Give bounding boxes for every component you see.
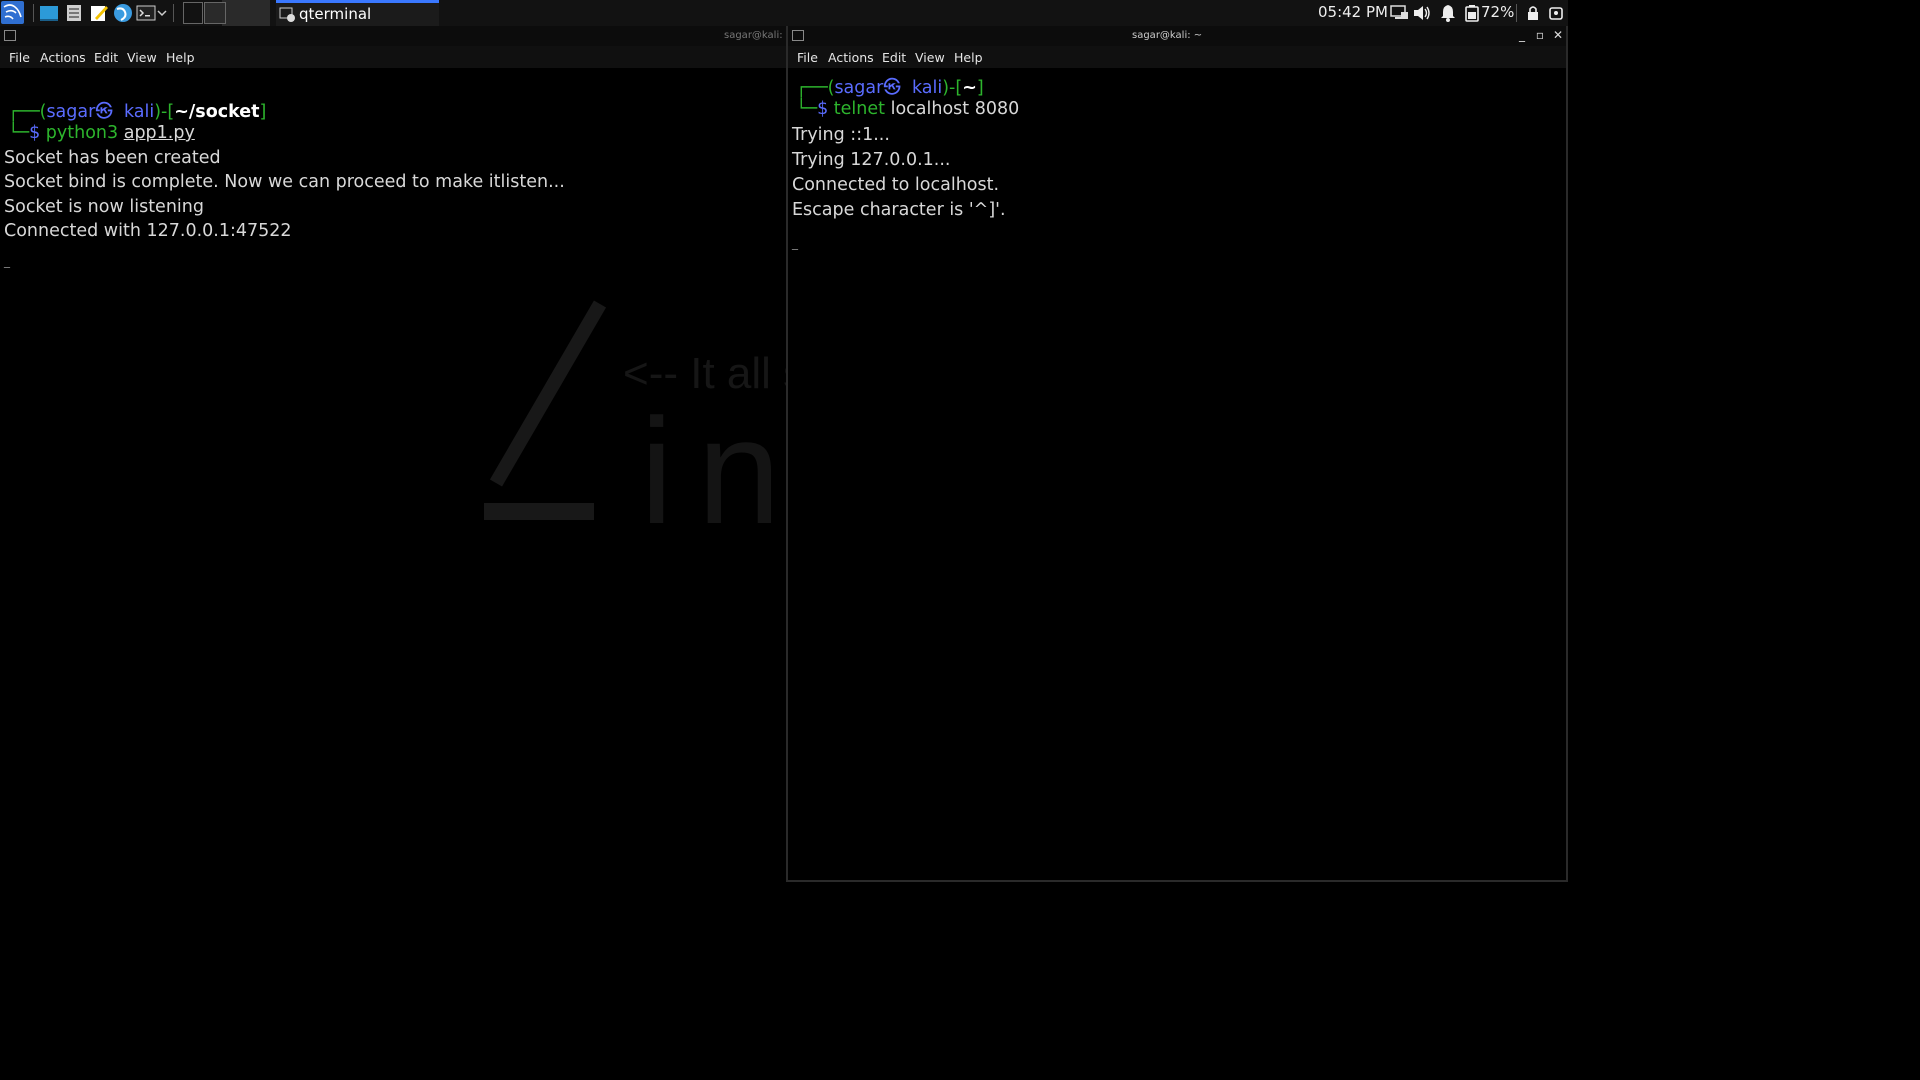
- maximize-icon[interactable]: ▫: [1533, 28, 1547, 42]
- chevron-down-icon[interactable]: [157, 3, 167, 23]
- prompt-line-1: ┌──(sagar㉿ kali)-[~/socket]: [8, 102, 267, 122]
- output-line: Connected to localhost.: [792, 175, 1000, 195]
- desktop-icon[interactable]: [39, 3, 59, 23]
- kali-menu-icon[interactable]: [1, 1, 24, 24]
- menu-actions[interactable]: Actions: [40, 50, 86, 65]
- panel-separator: [33, 4, 34, 22]
- output-line: Trying ::1...: [792, 125, 890, 145]
- lock-icon[interactable]: [1523, 3, 1543, 23]
- terminal-window-icon: [792, 30, 804, 41]
- web-browser-icon[interactable]: [113, 3, 133, 23]
- panel-separator: [1516, 4, 1517, 22]
- window-title: sagar@kali: ~: [1132, 30, 1203, 41]
- menu-edit[interactable]: Edit: [94, 50, 118, 65]
- prompt-line-2: └─$ telnet localhost 8080: [796, 99, 1020, 119]
- prompt-path: ~: [962, 78, 977, 98]
- panel-separator: [173, 4, 174, 22]
- top-panel: qterminal 05:42 PM 72%: [0, 0, 1568, 26]
- menu-file[interactable]: File: [797, 50, 818, 65]
- workspace-area: [222, 0, 270, 26]
- terminal-output[interactable]: ┌──(sagar㉿ kali)-[~] └─$ telnet localhos…: [788, 68, 1566, 880]
- menu-view[interactable]: View: [127, 50, 157, 65]
- prompt-host: kali: [123, 102, 155, 122]
- output-line: Trying 127.0.0.1...: [792, 150, 951, 170]
- text-cursor: _: [792, 236, 798, 250]
- network-icon[interactable]: [1389, 3, 1409, 23]
- taskbar-qterminal[interactable]: qterminal: [276, 0, 439, 26]
- terminal-task-icon: [279, 7, 295, 22]
- menu-edit[interactable]: Edit: [882, 50, 906, 65]
- prompt-user: sagar: [46, 102, 96, 122]
- minimize-icon[interactable]: _: [1515, 28, 1529, 42]
- prompt-line-1: ┌──(sagar㉿ kali)-[~]: [796, 78, 984, 98]
- text-cursor: _: [4, 254, 10, 268]
- output-line: Socket is now listening: [4, 197, 204, 217]
- terminal-launcher-icon[interactable]: [136, 3, 156, 23]
- output-line: Socket has been created: [4, 148, 221, 168]
- file-manager-icon[interactable]: [64, 3, 84, 23]
- volume-icon[interactable]: [1412, 3, 1432, 23]
- window-title: sagar@kali: ~: [724, 30, 786, 41]
- close-icon[interactable]: ✕: [1551, 28, 1565, 42]
- menu-help[interactable]: Help: [166, 50, 195, 65]
- prompt-host: kali: [911, 78, 943, 98]
- menu-bar: File Actions Edit View Help: [788, 46, 1566, 68]
- prompt-at-symbol: ㉿: [95, 102, 113, 122]
- battery-icon[interactable]: [1462, 3, 1482, 23]
- window-titlebar[interactable]: sagar@kali: ~: [0, 26, 786, 46]
- prompt-path: ~/socket: [174, 102, 260, 122]
- battery-percent: 72%: [1481, 3, 1515, 21]
- terminal-window-right[interactable]: sagar@kali: ~ _ ▫ ✕ File Actions Edit Vi…: [786, 26, 1568, 882]
- command-name: telnet: [833, 99, 885, 119]
- workspace-1[interactable]: [183, 2, 203, 24]
- output-line: Connected with 127.0.0.1:47522: [4, 221, 292, 241]
- terminal-output[interactable]: ┌──(sagar㉿ kali)-[~/socket] └─$ python3 …: [0, 68, 786, 882]
- command-name: python3: [45, 123, 119, 143]
- clock[interactable]: 05:42 PM: [1318, 3, 1388, 21]
- terminal-window-icon: [4, 30, 16, 41]
- taskbar-label: qterminal: [299, 5, 372, 23]
- power-icon[interactable]: [1546, 3, 1566, 23]
- window-titlebar[interactable]: sagar@kali: ~ _ ▫ ✕: [788, 26, 1566, 46]
- menu-actions[interactable]: Actions: [828, 50, 874, 65]
- menu-bar: File Actions Edit View Help: [0, 46, 786, 68]
- prompt-line-2: └─$ python3 app1.py: [8, 123, 195, 143]
- prompt-user: sagar: [834, 78, 884, 98]
- output-line: Escape character is '^]'.: [792, 200, 1006, 220]
- command-argument: app1.py: [123, 123, 195, 143]
- menu-help[interactable]: Help: [954, 50, 983, 65]
- command-argument: localhost 8080: [890, 99, 1020, 119]
- workspace-2[interactable]: [204, 2, 226, 24]
- terminal-window-left[interactable]: sagar@kali: ~ File Actions Edit View Hel…: [0, 26, 786, 882]
- output-line: Socket bind is complete. Now we can proc…: [4, 172, 565, 192]
- prompt-at-symbol: ㉿: [883, 78, 901, 98]
- text-editor-icon[interactable]: [89, 3, 109, 23]
- menu-view[interactable]: View: [915, 50, 945, 65]
- menu-file[interactable]: File: [9, 50, 30, 65]
- notification-bell-icon[interactable]: [1438, 3, 1458, 23]
